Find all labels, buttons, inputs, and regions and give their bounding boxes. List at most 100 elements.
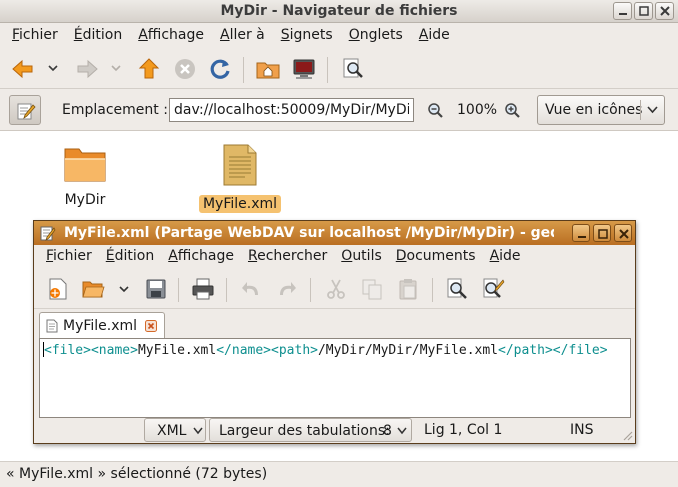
tab-label: MyFile.xml xyxy=(63,318,138,334)
toolbar-separator xyxy=(243,57,244,83)
print-icon[interactable] xyxy=(191,277,215,301)
language-select[interactable]: XML xyxy=(144,418,206,442)
location-label: Emplacement : xyxy=(62,102,168,118)
resize-grip-icon[interactable] xyxy=(621,429,633,441)
gedit-app-icon xyxy=(40,226,56,241)
undo-icon[interactable] xyxy=(240,277,264,301)
maximize-button[interactable] xyxy=(634,2,653,20)
menu-affichage[interactable]: Affichage xyxy=(130,23,212,49)
find-replace-icon[interactable] xyxy=(481,277,505,301)
tab-width-label: Largeur des tabulations: xyxy=(219,423,390,439)
code-line-1: <file><name>MyFile.xml</name><path>/MyDi… xyxy=(43,342,608,358)
chevron-down-icon xyxy=(193,427,203,435)
editor-statusbar: XML Largeur des tabulations: 8 Lig 1, Co… xyxy=(34,418,635,443)
toolbar-separator xyxy=(432,278,433,302)
location-bar: Emplacement : 100% Vue en icônes xyxy=(0,89,678,131)
location-input[interactable] xyxy=(169,98,414,122)
editor-menubar: Fichier Édition Affichage Rechercher Out… xyxy=(34,245,635,269)
close-button[interactable] xyxy=(655,2,674,20)
toolbar-separator xyxy=(310,278,311,302)
forward-arrow-icon[interactable] xyxy=(74,56,100,82)
location-edit-toggle-button[interactable] xyxy=(9,95,41,125)
copy-icon[interactable] xyxy=(360,277,384,301)
close-icon xyxy=(619,229,629,239)
text-file-icon xyxy=(223,144,257,186)
editor-toolbar xyxy=(34,269,635,309)
menu-signets[interactable]: Signets xyxy=(273,23,341,49)
close-icon xyxy=(660,6,670,16)
cursor-position: Lig 1, Col 1 xyxy=(424,422,503,438)
file-item-myfile-xml[interactable]: MyFile.xml xyxy=(197,143,283,213)
minimize-icon xyxy=(578,236,586,238)
save-icon[interactable] xyxy=(144,277,168,301)
file-label: MyFile.xml xyxy=(198,195,282,213)
cut-icon[interactable] xyxy=(324,277,348,301)
language-value: XML xyxy=(157,423,187,439)
editor-minimize-button[interactable] xyxy=(572,224,590,242)
menu-aide[interactable]: Aide xyxy=(483,245,528,269)
zoom-level: 100% xyxy=(457,102,498,118)
editor-title: MyFile.xml (Partage WebDAV sur localhost… xyxy=(64,225,554,241)
computer-icon[interactable] xyxy=(291,56,317,82)
tab-width-value: 8 xyxy=(383,423,392,439)
toolbar-separator xyxy=(178,278,179,302)
minimize-icon xyxy=(619,13,627,15)
new-document-icon[interactable] xyxy=(46,277,70,301)
document-icon xyxy=(46,319,58,333)
menu-outils[interactable]: Outils xyxy=(334,245,388,269)
open-folder-icon[interactable] xyxy=(81,277,105,301)
chevron-down-icon xyxy=(647,106,658,114)
maximize-icon xyxy=(639,6,649,16)
file-manager-statusbar: « MyFile.xml » sélectionné (72 bytes) xyxy=(0,461,678,487)
status-text: « MyFile.xml » sélectionné (72 bytes) xyxy=(6,466,268,482)
menu-edition[interactable]: Édition xyxy=(99,245,161,269)
editor-close-button[interactable] xyxy=(614,224,632,242)
tab-myfile-xml[interactable]: MyFile.xml xyxy=(39,312,165,339)
find-icon[interactable] xyxy=(445,277,469,301)
menu-rechercher[interactable]: Rechercher xyxy=(241,245,334,269)
file-manager-menubar: Fichier Édition Affichage Aller à Signet… xyxy=(0,23,678,49)
minimize-button[interactable] xyxy=(613,2,632,20)
tab-close-icon[interactable] xyxy=(145,320,157,332)
zoom-in-icon[interactable] xyxy=(504,102,522,120)
menu-aller-a[interactable]: Aller à xyxy=(212,23,273,49)
folder-icon xyxy=(64,148,106,182)
forward-history-chevron-icon[interactable] xyxy=(111,63,121,73)
file-label: MyDir xyxy=(64,192,106,208)
view-mode-select[interactable]: Vue en icônes xyxy=(537,95,665,125)
menu-affichage[interactable]: Affichage xyxy=(161,245,241,269)
maximize-icon xyxy=(598,229,608,239)
menu-fichier[interactable]: Fichier xyxy=(39,245,99,269)
tab-width-select[interactable]: Largeur des tabulations: 8 xyxy=(209,418,412,442)
chevron-down-icon xyxy=(397,427,407,435)
view-mode-value: Vue en icônes xyxy=(545,102,643,118)
back-arrow-icon[interactable] xyxy=(10,56,36,82)
menu-onglets[interactable]: Onglets xyxy=(341,23,411,49)
stop-icon[interactable] xyxy=(172,56,198,82)
editor-titlebar: MyFile.xml (Partage WebDAV sur localhost… xyxy=(34,221,635,245)
toolbar-separator xyxy=(327,57,328,83)
folder-item-mydir[interactable]: MyDir xyxy=(55,145,115,209)
window-title: MyDir - Navigateur de fichiers xyxy=(220,3,458,19)
insert-mode: INS xyxy=(570,422,594,438)
file-manager-toolbar xyxy=(0,49,678,89)
menu-fichier[interactable]: Fichier xyxy=(4,23,66,49)
toolbar-separator xyxy=(226,278,227,302)
menu-edition[interactable]: Édition xyxy=(66,23,130,49)
edit-pencil-icon xyxy=(17,103,36,120)
text-editor-window: MyFile.xml (Partage WebDAV sur localhost… xyxy=(33,220,636,444)
editor-maximize-button[interactable] xyxy=(593,224,611,242)
reload-icon[interactable] xyxy=(207,56,233,82)
redo-icon[interactable] xyxy=(274,277,298,301)
file-manager-titlebar: MyDir - Navigateur de fichiers xyxy=(0,0,678,23)
back-history-chevron-icon[interactable] xyxy=(48,63,58,73)
search-icon[interactable] xyxy=(340,56,366,82)
menu-aide[interactable]: Aide xyxy=(411,23,458,49)
menu-documents[interactable]: Documents xyxy=(389,245,483,269)
text-editor-area[interactable]: <file><name>MyFile.xml</name><path>/MyDi… xyxy=(39,338,631,418)
zoom-out-icon[interactable] xyxy=(427,102,445,120)
home-folder-icon[interactable] xyxy=(255,56,281,82)
paste-icon[interactable] xyxy=(396,277,420,301)
recent-files-chevron-icon[interactable] xyxy=(117,277,131,301)
up-arrow-icon[interactable] xyxy=(136,56,162,82)
